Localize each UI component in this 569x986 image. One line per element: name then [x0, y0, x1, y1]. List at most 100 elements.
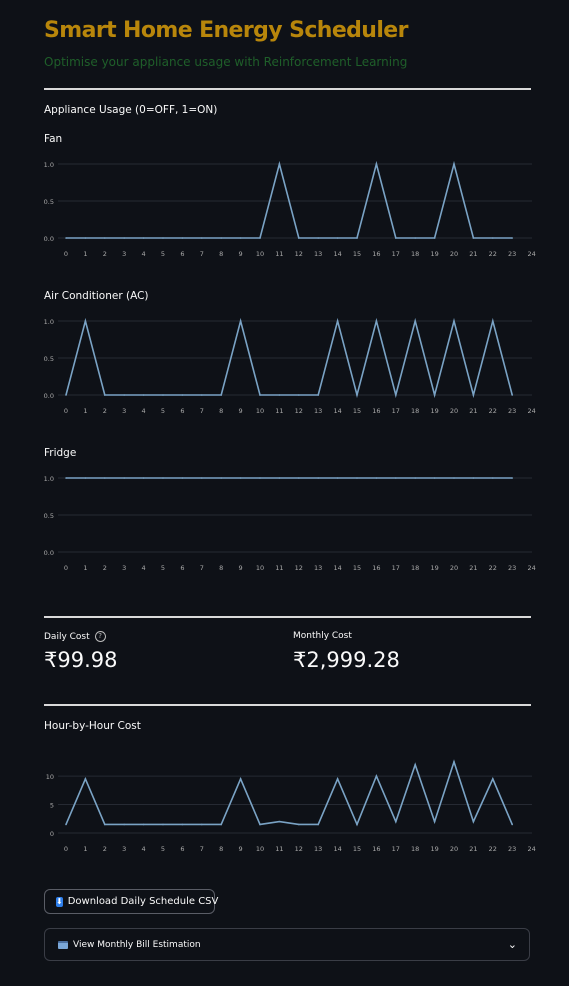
- y-tick-label: 0.5: [44, 198, 54, 206]
- data-point: [239, 320, 242, 322]
- data-point: [414, 477, 417, 479]
- data-point: [181, 237, 184, 239]
- x-tick-label: 12: [295, 564, 303, 572]
- data-point: [220, 477, 222, 479]
- download-csv-button[interactable]: ⬇ Download Daily Schedule CSV: [44, 889, 218, 914]
- data-point: [104, 477, 106, 479]
- data-point: [414, 320, 417, 322]
- data-point: [142, 237, 145, 239]
- page-title: Smart Home Energy Scheduler: [44, 18, 408, 43]
- x-tick-label: 13: [314, 407, 322, 415]
- x-tick-label: 14: [333, 250, 341, 258]
- data-point: [472, 394, 475, 396]
- monthly-bill-expander[interactable]: View Monthly Bill Estimation ⌄: [44, 928, 530, 961]
- x-tick-label: 21: [469, 250, 477, 258]
- x-tick-label: 18: [411, 845, 419, 853]
- data-point: [356, 477, 358, 479]
- data-point: [375, 163, 378, 165]
- data-point: [511, 237, 513, 239]
- x-tick-label: 18: [411, 250, 419, 258]
- x-tick-label: 16: [372, 845, 380, 853]
- x-tick-label: 20: [450, 250, 458, 258]
- daily-cost-label: Daily Cost ?: [44, 631, 106, 642]
- monthly-cost-value: ₹2,999.28: [293, 648, 400, 672]
- x-tick-label: 1: [83, 407, 87, 415]
- ac-chart-title: Air Conditioner (AC): [44, 290, 149, 302]
- data-point: [433, 477, 436, 479]
- x-tick-label: 22: [489, 250, 497, 258]
- data-point: [65, 477, 67, 479]
- data-point: [395, 820, 397, 823]
- data-point: [239, 778, 242, 780]
- x-tick-label: 3: [122, 845, 126, 853]
- data-point: [472, 237, 475, 239]
- data-point: [123, 394, 125, 396]
- x-tick-label: 17: [392, 564, 400, 572]
- x-tick-label: 8: [219, 564, 223, 572]
- x-tick-label: 20: [450, 407, 458, 415]
- data-point: [453, 477, 455, 479]
- x-tick-label: 24: [527, 407, 535, 415]
- question-circle-icon[interactable]: ?: [94, 631, 106, 642]
- x-tick-label: 16: [372, 564, 380, 572]
- x-tick-label: 8: [219, 250, 223, 258]
- x-tick-label: 0: [64, 250, 68, 258]
- data-point: [317, 823, 320, 826]
- x-tick-label: 7: [200, 845, 204, 853]
- x-tick-label: 14: [333, 564, 341, 572]
- data-point: [317, 394, 320, 396]
- ac-chart: 0.00.51.00 1 2 3 4 5 6 7 8 9 10 11 12 13 14 15 16 17 18 19 2…: [44, 317, 536, 415]
- y-tick-label: 0.0: [44, 549, 54, 557]
- y-tick-label: 1.0: [44, 318, 54, 326]
- data-point: [492, 320, 494, 322]
- data-point: [395, 477, 397, 479]
- monthly-cost-label: Monthly Cost: [293, 631, 352, 641]
- x-tick-label: 16: [372, 407, 380, 415]
- y-tick-label: 0.5: [44, 512, 54, 520]
- x-tick-label: 1: [83, 564, 87, 572]
- monthly-bill-expander-label: View Monthly Bill Estimation: [73, 939, 201, 950]
- page-subtitle: Optimise your appliance usage with Reinf…: [44, 55, 408, 69]
- data-point: [259, 477, 261, 479]
- data-point: [492, 477, 494, 479]
- data-point: [65, 394, 67, 396]
- data-point: [220, 237, 222, 239]
- data-point: [453, 320, 455, 322]
- x-tick-label: 3: [122, 407, 126, 415]
- data-point: [162, 477, 164, 479]
- data-point: [492, 237, 494, 239]
- data-point: [65, 237, 67, 239]
- x-tick-label: 20: [450, 845, 458, 853]
- divider: [44, 88, 531, 90]
- data-point: [356, 237, 358, 239]
- x-tick-label: 8: [219, 845, 223, 853]
- data-point: [492, 778, 494, 780]
- x-tick-label: 19: [430, 845, 438, 853]
- x-tick-label: 7: [200, 564, 204, 572]
- x-tick-label: 23: [508, 250, 516, 258]
- x-tick-label: 10: [256, 250, 264, 258]
- data-point: [239, 237, 242, 239]
- data-point: [239, 477, 242, 479]
- x-tick-label: 5: [161, 564, 165, 572]
- daily-cost-label-text: Daily Cost: [44, 631, 90, 642]
- x-tick-label: 6: [180, 250, 184, 258]
- data-point: [201, 237, 203, 239]
- data-point: [220, 823, 222, 826]
- data-point: [162, 823, 164, 826]
- monthly-cost-label-text: Monthly Cost: [293, 631, 352, 641]
- x-tick-label: 9: [239, 407, 243, 415]
- data-point: [278, 163, 281, 165]
- x-tick-label: 12: [295, 845, 303, 853]
- fridge-chart-title: Fridge: [44, 447, 77, 459]
- hourly-cost-chart: 05100 1 2 3 4 5 6 7 8 9 10 11 12 13 14 15 16 17 18 19 20 21 22…: [46, 759, 536, 853]
- x-tick-label: 5: [161, 250, 165, 258]
- data-point: [511, 394, 513, 396]
- data-point: [336, 237, 339, 239]
- x-tick-label: 15: [353, 845, 361, 853]
- x-tick-label: 19: [430, 407, 438, 415]
- x-tick-label: 13: [314, 564, 322, 572]
- data-point: [201, 823, 203, 826]
- x-tick-label: 24: [527, 250, 535, 258]
- x-tick-label: 18: [411, 407, 419, 415]
